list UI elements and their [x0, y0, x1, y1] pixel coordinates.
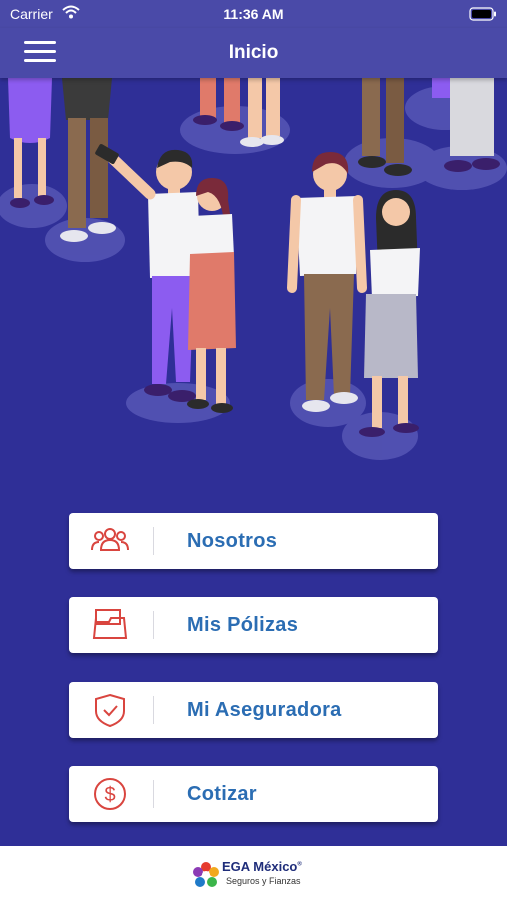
nosotros-button[interactable]: Nosotros: [69, 513, 438, 569]
brand-name: EGA México®: [222, 859, 302, 874]
cotizar-button[interactable]: $ Cotizar: [69, 766, 438, 822]
brand-tagline: Seguros y Fianzas: [226, 876, 301, 886]
button-divider: [153, 611, 154, 639]
folder-icon: [91, 608, 129, 642]
svg-text:$: $: [104, 784, 115, 806]
ega-mexico-logo: EGA México® Seguros y Fianzas: [192, 859, 322, 891]
button-divider: [153, 696, 154, 724]
footer: EGA México® Seguros y Fianzas: [0, 846, 507, 900]
button-divider: [153, 527, 154, 555]
hero-illustration: [0, 78, 507, 498]
dollar-circle-icon: $: [91, 777, 129, 811]
button-divider: [153, 780, 154, 808]
mi-aseguradora-button[interactable]: Mi Aseguradora: [69, 682, 438, 738]
cotizar-label: Cotizar: [187, 783, 257, 805]
people-group-icon: [91, 524, 129, 558]
page-title: Inicio: [228, 42, 279, 63]
flower-logo-icon: [193, 862, 219, 887]
navigation-bar: Inicio: [0, 28, 507, 78]
shield-check-icon: [91, 693, 129, 728]
trademark-symbol: ®: [297, 861, 302, 868]
mis-polizas-button[interactable]: Mis Pólizas: [69, 597, 438, 653]
clock-time: 11:36 AM: [223, 6, 284, 22]
mi-aseguradora-label: Mi Aseguradora: [187, 699, 342, 721]
nosotros-label: Nosotros: [187, 530, 278, 552]
status-bar: Carrier 11:36 AM: [0, 0, 507, 28]
mis-polizas-label: Mis Pólizas: [187, 614, 299, 636]
battery-icon: [469, 7, 497, 24]
